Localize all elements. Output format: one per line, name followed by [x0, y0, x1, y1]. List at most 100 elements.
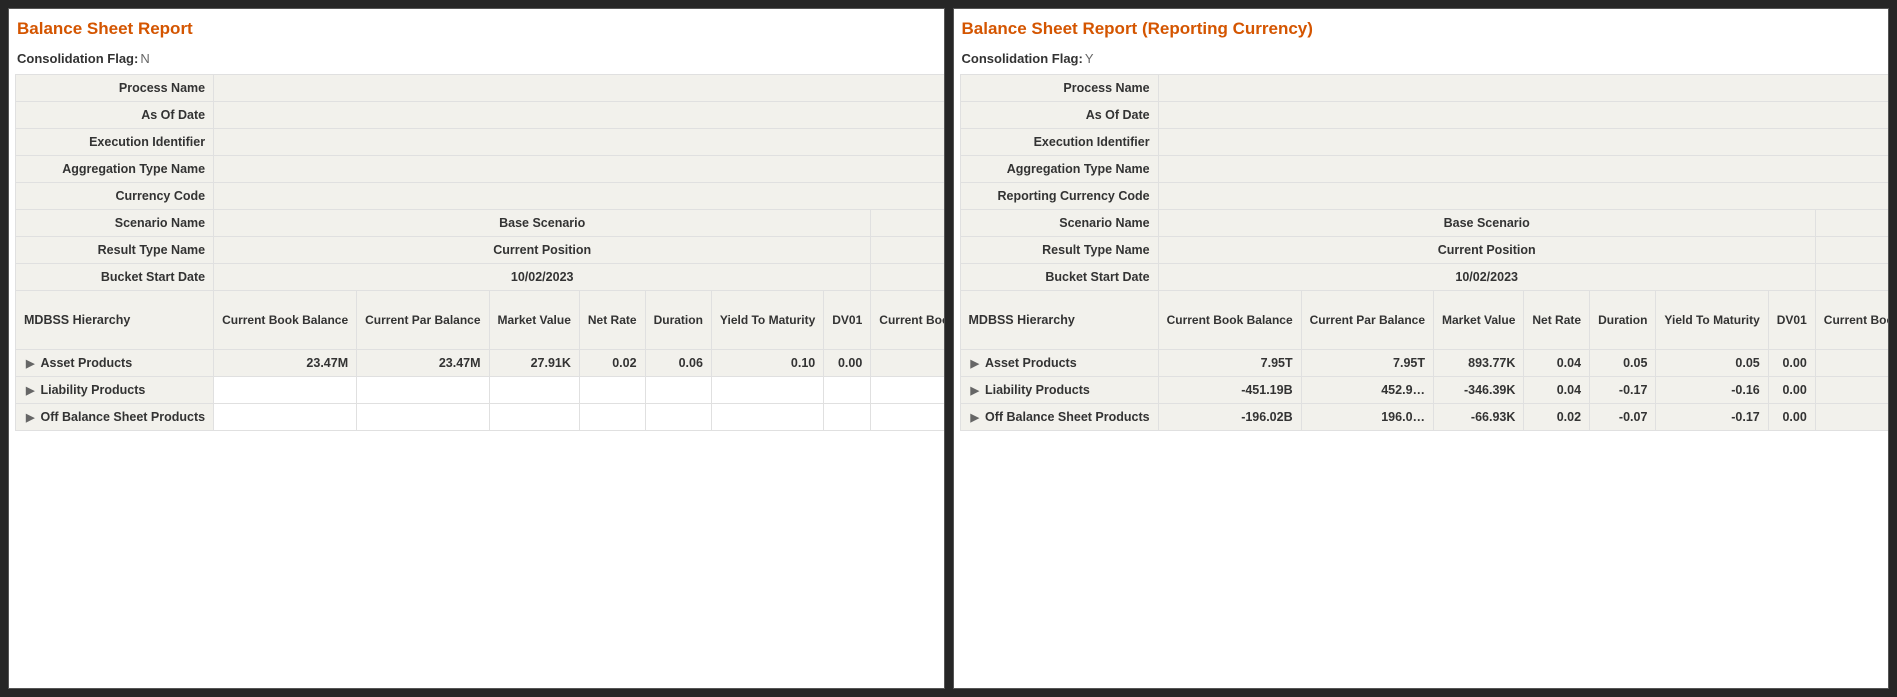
blank	[1815, 210, 1889, 237]
row-process-name: Process Name Beh	[16, 75, 945, 102]
hierarchy-asset-products[interactable]: ▶Asset Products	[16, 350, 214, 377]
cell: -451.19B	[1158, 377, 1301, 404]
col-hierarchy[interactable]: MDBSS Hierarchy	[960, 291, 1158, 350]
expand-icon[interactable]: ▶	[971, 384, 979, 397]
value: Incom	[214, 156, 945, 183]
cell	[871, 404, 945, 431]
panel-balance-sheet-reporting-ccy: Balance Sheet Report (Reporting Currency…	[953, 8, 1890, 689]
col-duration[interactable]: Duration	[1590, 291, 1656, 350]
cell: 23.47M	[357, 350, 489, 377]
cell: 196.0…	[1301, 404, 1433, 431]
label: Bucket Start Date	[960, 264, 1158, 291]
cell	[711, 377, 823, 404]
value: I	[1158, 156, 1889, 183]
grid-header-row: MDBSS Hierarchy Current Book Balance Cur…	[16, 291, 945, 350]
expand-icon[interactable]: ▶	[971, 411, 979, 424]
row-scenario: Scenario Name Base Scenario	[960, 210, 1889, 237]
cell: -0.17	[1656, 404, 1768, 431]
expand-icon[interactable]: ▶	[26, 411, 34, 424]
cell	[357, 404, 489, 431]
col-net-rate[interactable]: Net Rate	[1524, 291, 1590, 350]
cell: -0.07	[1590, 404, 1656, 431]
value	[1158, 75, 1889, 102]
row-as-of-date: As Of Date	[960, 102, 1889, 129]
blank	[1815, 264, 1889, 291]
hierarchy-asset-products[interactable]: ▶Asset Products	[960, 350, 1158, 377]
col-current-book-balance-2[interactable]: Current Book Balance	[1815, 291, 1889, 350]
cell: -376.85B	[1815, 377, 1889, 404]
cell: 0.05	[1590, 350, 1656, 377]
cell: 0.04	[1524, 350, 1590, 377]
row-agg-type: Aggregation Type Name Incom	[16, 156, 945, 183]
row-currency-code: Currency Code	[16, 183, 945, 210]
cell: 27.91K	[489, 350, 579, 377]
value: 10	[214, 102, 945, 129]
cell	[489, 377, 579, 404]
col-net-rate[interactable]: Net Rate	[579, 291, 645, 350]
value: Current Position	[1158, 237, 1815, 264]
cell	[579, 404, 645, 431]
cell: 19.56M	[871, 350, 945, 377]
cell	[645, 377, 711, 404]
cell: 0.00	[824, 350, 871, 377]
col-yield-to-maturity[interactable]: Yield To Maturity	[1656, 291, 1768, 350]
cell	[214, 404, 357, 431]
cell: 7.95T	[1301, 350, 1433, 377]
cell	[824, 377, 871, 404]
col-duration[interactable]: Duration	[645, 291, 711, 350]
value: Current Position	[214, 237, 871, 264]
blank	[871, 264, 945, 291]
label: Bucket Start Date	[16, 264, 214, 291]
row-exec-id: Execution Identifier 16904522130	[960, 129, 1889, 156]
label: Execution Identifier	[960, 129, 1158, 156]
cell: -346.39K	[1434, 377, 1524, 404]
cell	[579, 377, 645, 404]
cell: 0.02	[579, 350, 645, 377]
report-table: Process Name Beh As Of Date 10 Execution…	[15, 74, 945, 431]
cell	[824, 404, 871, 431]
expand-icon[interactable]: ▶	[971, 357, 979, 370]
cell: 0.02	[1524, 404, 1590, 431]
cell: 0.06	[645, 350, 711, 377]
col-dv01[interactable]: DV01	[1768, 291, 1815, 350]
label: Reporting Currency Code	[960, 183, 1158, 210]
col-dv01[interactable]: DV01	[824, 291, 871, 350]
value: 16904522130	[1158, 129, 1889, 156]
hierarchy-off-balance-sheet[interactable]: ▶Off Balance Sheet Products	[16, 404, 214, 431]
value: Base Scenario	[214, 210, 871, 237]
col-current-book-balance[interactable]: Current Book Balance	[214, 291, 357, 350]
hierarchy-liability-products[interactable]: ▶Liability Products	[16, 377, 214, 404]
col-current-par-balance[interactable]: Current Par Balance	[357, 291, 489, 350]
col-current-book-balance-2[interactable]: Current Book Balance	[871, 291, 945, 350]
col-current-par-balance[interactable]: Current Par Balance	[1301, 291, 1433, 350]
label: Process Name	[16, 75, 214, 102]
cell: 0.05	[1656, 350, 1768, 377]
value: 1690452213038_202	[214, 129, 945, 156]
report-title: Balance Sheet Report	[15, 17, 938, 47]
col-hierarchy[interactable]: MDBSS Hierarchy	[16, 291, 214, 350]
expand-icon[interactable]: ▶	[26, 357, 34, 370]
expand-icon[interactable]: ▶	[26, 384, 34, 397]
report-title: Balance Sheet Report (Reporting Currency…	[960, 17, 1883, 47]
blank	[871, 237, 945, 264]
blank	[1815, 237, 1889, 264]
table-row: ▶Asset Products 23.47M 23.47M 27.91K 0.0…	[16, 350, 945, 377]
col-yield-to-maturity[interactable]: Yield To Maturity	[711, 291, 823, 350]
report-table: Process Name As Of Date Execution Identi…	[960, 74, 1890, 431]
col-current-book-balance[interactable]: Current Book Balance	[1158, 291, 1301, 350]
label: As Of Date	[16, 102, 214, 129]
hierarchy-liability-products[interactable]: ▶Liability Products	[960, 377, 1158, 404]
cell	[871, 377, 945, 404]
cell: 0.00	[1768, 377, 1815, 404]
row-bucket-date: Bucket Start Date 10/02/2023	[960, 264, 1889, 291]
hierarchy-off-balance-sheet[interactable]: ▶Off Balance Sheet Products	[960, 404, 1158, 431]
label: Currency Code	[16, 183, 214, 210]
value	[1158, 183, 1889, 210]
cell: -66.93K	[1434, 404, 1524, 431]
col-market-value[interactable]: Market Value	[489, 291, 579, 350]
cell: 6.59T	[1815, 350, 1889, 377]
row-process-name: Process Name	[960, 75, 1889, 102]
cell: 0.10	[711, 350, 823, 377]
col-market-value[interactable]: Market Value	[1434, 291, 1524, 350]
cell	[489, 404, 579, 431]
